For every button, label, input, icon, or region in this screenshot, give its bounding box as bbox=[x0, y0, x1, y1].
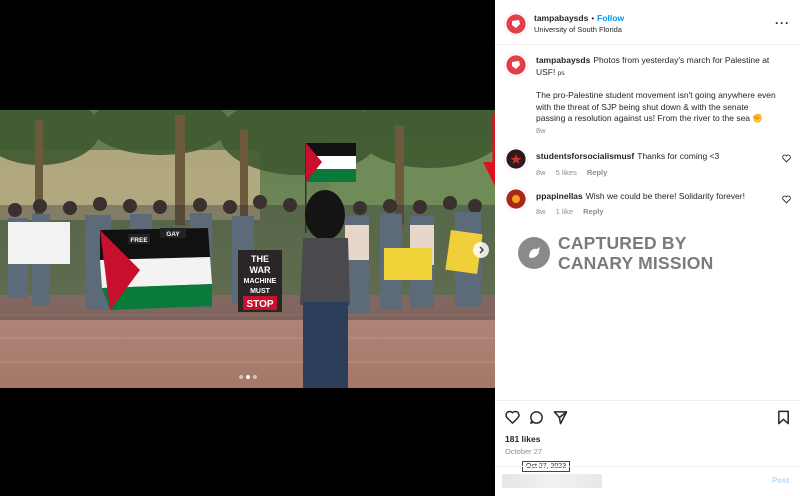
caption-avatar[interactable] bbox=[504, 53, 528, 77]
commenter-avatar[interactable] bbox=[504, 187, 528, 211]
comment-time[interactable]: 8w bbox=[536, 207, 546, 216]
carousel-dot bbox=[253, 375, 257, 379]
carousel-indicator bbox=[239, 375, 257, 379]
comment-likes[interactable]: 1 like bbox=[556, 207, 574, 216]
comment-time[interactable]: 8w bbox=[536, 168, 546, 177]
post-photo: THE WAR MACHINE MUST STOP FREE GAY bbox=[0, 110, 495, 388]
sign-war-machine: THE WAR MACHINE MUST STOP bbox=[238, 250, 282, 312]
comment-reply-button[interactable]: Reply bbox=[583, 207, 603, 216]
comment-reply-button[interactable]: Reply bbox=[587, 168, 607, 177]
comment-like-heart-icon[interactable] bbox=[782, 154, 791, 163]
more-options-icon[interactable]: ··· bbox=[775, 16, 790, 30]
foreground-person bbox=[300, 190, 350, 388]
svg-text:GAY: GAY bbox=[166, 231, 180, 238]
commenter-avatar[interactable] bbox=[504, 147, 528, 171]
comment-username[interactable]: ppapinellas bbox=[536, 191, 583, 201]
carousel-next-button[interactable] bbox=[473, 242, 489, 258]
comment-likes[interactable]: 5 likes bbox=[556, 168, 577, 177]
comment-input[interactable] bbox=[502, 474, 602, 488]
chevron-right-icon bbox=[479, 246, 484, 254]
comment-meta: 8w 5 likes Reply bbox=[536, 168, 607, 177]
comment-meta: 8w 1 like Reply bbox=[536, 207, 604, 216]
author-avatar[interactable] bbox=[504, 12, 528, 36]
sign-yellow-left bbox=[384, 248, 432, 280]
post-media-pane: THE WAR MACHINE MUST STOP FREE GAY bbox=[0, 0, 495, 496]
post-action-bar bbox=[495, 400, 800, 430]
caption-username[interactable]: tampabaysds bbox=[536, 55, 590, 65]
caption-suffix: ps bbox=[557, 69, 565, 77]
svg-text:FREE: FREE bbox=[130, 237, 148, 244]
palestine-flag bbox=[100, 228, 212, 310]
carousel-dot bbox=[239, 375, 243, 379]
watermark-line-2: CANARY MISSION bbox=[558, 253, 714, 273]
canary-logo-icon bbox=[518, 237, 550, 269]
svg-text:STOP: STOP bbox=[246, 299, 273, 310]
follow-button[interactable]: Follow bbox=[597, 13, 624, 23]
fire-logo-icon bbox=[512, 195, 520, 203]
protest-photo: THE WAR MACHINE MUST STOP FREE GAY bbox=[0, 110, 495, 388]
comment-item: studentsforsocialismusf Thanks for coming… bbox=[536, 151, 776, 162]
comment-username[interactable]: studentsforsocialismusf bbox=[536, 151, 634, 161]
likes-count[interactable]: 181 likes bbox=[505, 434, 540, 444]
post-caption: tampabaysds Photos from yesterday's march… bbox=[536, 55, 776, 125]
separator-bullet: • bbox=[591, 13, 595, 23]
fist-logo-icon bbox=[512, 20, 520, 28]
share-send-icon[interactable] bbox=[553, 410, 568, 425]
save-bookmark-icon[interactable] bbox=[776, 410, 791, 425]
like-heart-icon[interactable] bbox=[505, 410, 520, 425]
svg-text:MUST: MUST bbox=[250, 288, 271, 295]
post-location[interactable]: University of South Florida bbox=[534, 25, 622, 34]
bird-icon bbox=[529, 247, 540, 258]
post-comment-button[interactable]: Post bbox=[772, 476, 789, 485]
comment-text: Thanks for coming <3 bbox=[637, 151, 720, 161]
svg-text:MACHINE: MACHINE bbox=[244, 278, 277, 285]
watermark-line-1: CAPTURED BY bbox=[558, 233, 687, 253]
author-username[interactable]: tampabaysds bbox=[534, 13, 588, 23]
post-date[interactable]: October 27 bbox=[505, 447, 542, 456]
caption-body: The pro-Palestine student movement isn't… bbox=[536, 90, 776, 123]
comment-bubble-icon[interactable] bbox=[529, 410, 544, 425]
comment-like-heart-icon[interactable] bbox=[782, 195, 791, 204]
post-header: tampabaysds • Follow University of South… bbox=[495, 0, 800, 45]
star-logo-icon bbox=[510, 154, 522, 164]
comment-text: Wish we could be there! Solidarity forev… bbox=[585, 191, 745, 201]
svg-text:WAR: WAR bbox=[250, 265, 271, 275]
canary-mission-watermark: CAPTURED BY CANARY MISSION bbox=[518, 233, 713, 273]
comment-item: ppapinellas Wish we could be there! Solid… bbox=[536, 191, 776, 202]
fist-logo-icon bbox=[512, 61, 520, 69]
carousel-dot-active bbox=[246, 375, 250, 379]
caption-timestamp[interactable]: 8w bbox=[536, 126, 546, 135]
svg-text:THE: THE bbox=[251, 254, 269, 264]
post-details-pane: tampabaysds • Follow University of South… bbox=[495, 0, 800, 496]
